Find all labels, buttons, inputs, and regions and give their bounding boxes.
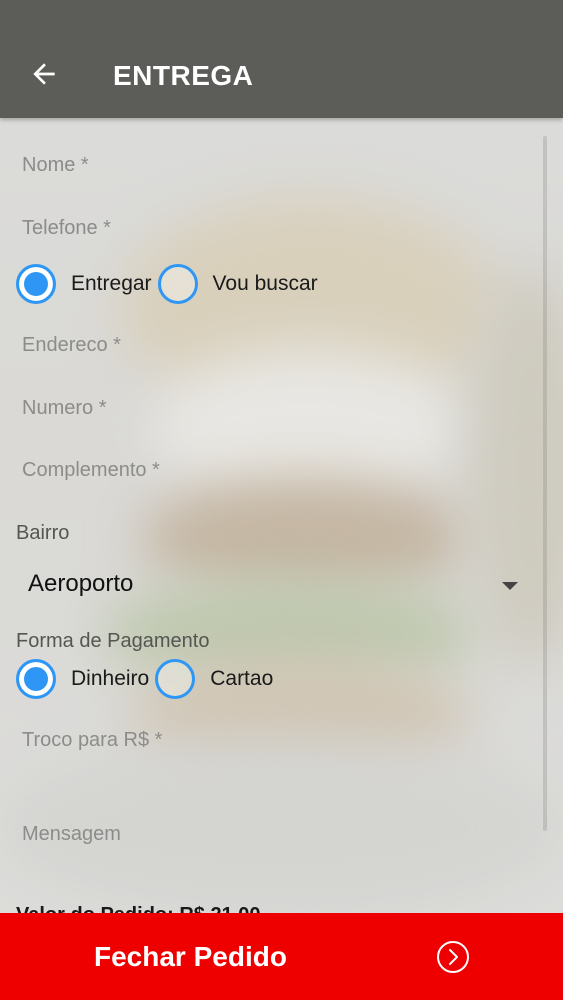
- screen: ENTREGA Nome * Telefone * Entregar Vou b…: [0, 0, 563, 1000]
- dinheiro-radio[interactable]: [16, 659, 56, 699]
- endereco-input[interactable]: Endereco *: [22, 334, 121, 357]
- app-bar: ENTREGA: [0, 0, 563, 118]
- telefone-input[interactable]: Telefone *: [22, 217, 111, 240]
- cartao-radio[interactable]: [155, 659, 196, 699]
- scrollbar[interactable]: [543, 136, 547, 831]
- fechar-pedido-label: Fechar Pedido: [94, 941, 287, 972]
- vou-buscar-radio[interactable]: [157, 264, 198, 304]
- mensagem-input[interactable]: Mensagem: [22, 823, 121, 846]
- bairro-dropdown[interactable]: Aeroporto: [28, 570, 523, 606]
- pagamento-label: Forma de Pagamento: [16, 630, 210, 652]
- entregar-label[interactable]: Entregar: [71, 272, 152, 296]
- page-title: ENTREGA: [113, 60, 254, 91]
- delivery-form: Nome * Telefone * Entregar Vou buscar En…: [0, 118, 563, 926]
- vou-buscar-label[interactable]: Vou buscar: [213, 272, 318, 296]
- payment-radio-group: Dinheiro Cartao: [16, 655, 279, 703]
- fechar-pedido-button[interactable]: Fechar Pedido: [0, 913, 563, 1000]
- dinheiro-label[interactable]: Dinheiro: [71, 667, 149, 691]
- arrow-left-icon[interactable]: [28, 58, 60, 90]
- complemento-input[interactable]: Complemento *: [22, 459, 160, 482]
- delivery-radio-group: Entregar Vou buscar: [16, 260, 324, 308]
- cartao-label[interactable]: Cartao: [210, 667, 273, 691]
- nome-input[interactable]: Nome *: [22, 154, 89, 177]
- bairro-selected-value: Aeroporto: [28, 570, 134, 597]
- entregar-radio[interactable]: [16, 264, 56, 304]
- troco-input[interactable]: Troco para R$ *: [22, 729, 162, 752]
- numero-input[interactable]: Numero *: [22, 397, 106, 420]
- dropdown-caret-icon: [502, 582, 518, 590]
- chevron-right-circle-icon: [437, 941, 469, 973]
- bairro-label: Bairro: [16, 522, 70, 544]
